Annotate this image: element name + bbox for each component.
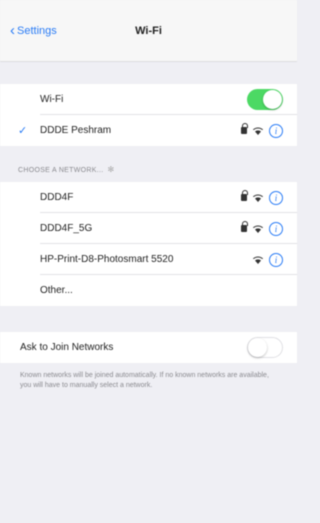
connected-network-name: DDDE Peshram [40,125,112,136]
info-icon[interactable]: i [269,190,283,205]
navigation-bar: ‹ Settings Wi-Fi [0,0,297,62]
networks-list: DDD4F i DDD4F_5G i HP-Print-D8-Photosmar… [0,182,297,306]
lock-icon [241,190,248,201]
other-network-row[interactable]: Other... [0,275,297,306]
screen: ‹ Settings Wi-Fi Wi-Fi ✓ DDDE Peshram i … [0,0,297,523]
back-button[interactable]: ‹ Settings [10,23,57,38]
network-name: HP-Print-D8-Photosmart 5520 [40,254,174,265]
other-network-label: Other... [40,285,73,296]
wifi-signal-icon [253,256,263,264]
connected-network-row[interactable]: ✓ DDDE Peshram i [0,115,297,146]
chevron-left-icon: ‹ [10,22,15,39]
network-name: DDD4F_5G [40,223,93,234]
network-name: DDD4F [40,192,74,203]
ask-to-join-toggle[interactable] [247,337,283,358]
network-row[interactable]: DDD4F_5G i [0,213,297,244]
info-icon[interactable]: i [269,123,283,138]
loading-spinner-icon: ✻ [107,165,115,174]
ask-to-join-label: Ask to Join Networks [20,342,114,353]
wifi-toggle[interactable] [247,89,283,110]
lock-icon [241,221,248,232]
back-label: Settings [17,24,57,37]
wifi-group: Wi-Fi ✓ DDDE Peshram i [0,84,297,146]
info-icon[interactable]: i [269,221,283,236]
checkmark-icon: ✓ [18,125,28,137]
wifi-signal-icon [253,225,263,233]
ask-to-join-row: Ask to Join Networks [0,332,297,363]
networks-header-label: CHOOSE A NETWORK... [18,167,104,174]
toggle-knob [248,338,267,357]
wifi-row: Wi-Fi [0,84,297,115]
info-icon[interactable]: i [269,252,283,267]
network-row[interactable]: HP-Print-D8-Photosmart 5520 i [0,244,297,275]
toggle-knob [263,90,282,109]
network-row[interactable]: DDD4F i [0,182,297,213]
lock-icon [241,123,248,134]
wifi-label: Wi-Fi [40,94,64,105]
wifi-signal-icon [253,194,263,202]
networks-section-header: CHOOSE A NETWORK... ✻ [0,146,297,182]
footer-description: Known networks will be joined automatica… [20,372,269,389]
wifi-signal-icon [253,127,263,135]
ask-to-join-group: Ask to Join Networks [0,332,297,363]
